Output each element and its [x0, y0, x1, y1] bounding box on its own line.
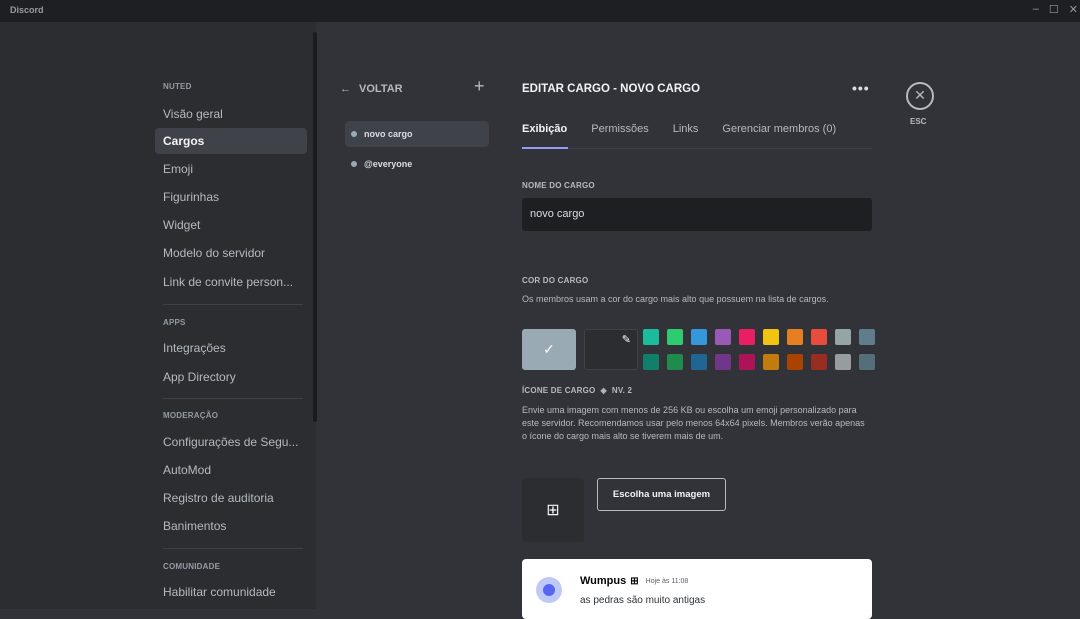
- boost-gem-icon: ◈: [600, 386, 607, 395]
- sidebar-section-server: NUTED: [163, 82, 192, 91]
- close-window-button[interactable]: ✕: [1069, 3, 1078, 16]
- role-icon-header: ÍCONE DE CARGO ◈ NV. 2: [522, 386, 632, 395]
- message-preview: [522, 559, 872, 619]
- color-swatch[interactable]: [811, 329, 827, 345]
- sidebar-scrollbar[interactable]: [313, 32, 317, 422]
- sidebar-item-stickers[interactable]: Figurinhas: [155, 184, 307, 210]
- color-swatch[interactable]: [763, 329, 779, 345]
- color-swatch[interactable]: [667, 354, 683, 370]
- color-swatch[interactable]: [787, 329, 803, 345]
- color-swatch[interactable]: [811, 354, 827, 370]
- sidebar-item-emoji[interactable]: Emoji: [155, 156, 307, 182]
- close-icon[interactable]: ✕: [906, 82, 934, 110]
- role-name-label: NOME DO CARGO: [522, 181, 595, 190]
- color-swatch[interactable]: [763, 354, 779, 370]
- color-swatch[interactable]: [643, 329, 659, 345]
- role-color-description: Os membros usam a cor do cargo mais alto…: [522, 294, 829, 304]
- role-icon-description: Envie uma imagem com menos de 256 KB ou …: [522, 405, 865, 441]
- tab-display[interactable]: Exibição: [522, 123, 567, 135]
- sidebar-divider: [163, 304, 303, 305]
- image-add-icon: ⊞: [546, 502, 560, 519]
- role-name: @everyone: [364, 159, 413, 169]
- eyedropper-icon: ✎: [621, 334, 631, 346]
- tab-links[interactable]: Links: [673, 123, 699, 135]
- role-icon-label: ÍCONE DE CARGO: [522, 386, 596, 395]
- app-title: Discord: [10, 5, 44, 15]
- plus-icon[interactable]: +: [474, 76, 485, 97]
- esc-label: ESC: [910, 117, 927, 126]
- check-icon: ✓: [543, 341, 555, 357]
- sidebar-item-audit-log[interactable]: Registro de auditoria: [155, 485, 307, 511]
- preview-username-row: Wumpus ⊞ Hoje às 11:08: [580, 575, 688, 587]
- role-icon-preview-icon: ⊞: [630, 575, 639, 587]
- color-swatch[interactable]: [715, 354, 731, 370]
- sidebar-section-community: COMUNIDADE: [163, 562, 221, 571]
- color-swatch[interactable]: [859, 329, 875, 345]
- color-swatch[interactable]: [667, 329, 683, 345]
- color-palette: [643, 329, 875, 370]
- default-color-swatch[interactable]: ✓: [522, 329, 576, 370]
- minimize-button[interactable]: –: [1033, 3, 1039, 16]
- sidebar-section-apps: APPS: [163, 318, 186, 327]
- color-swatch[interactable]: [739, 354, 755, 370]
- title-bar: Discord – ☐ ✕: [0, 0, 1080, 22]
- color-swatch[interactable]: [691, 354, 707, 370]
- sidebar-item-server-template[interactable]: Modelo do servidor: [155, 240, 307, 266]
- choose-image-button[interactable]: Escolha uma imagem: [597, 478, 726, 511]
- color-swatch[interactable]: [715, 329, 731, 345]
- role-name-input[interactable]: novo cargo: [522, 198, 872, 231]
- window-controls: – ☐ ✕: [1033, 3, 1078, 16]
- sidebar-divider: [163, 548, 303, 549]
- sidebar-item-automod[interactable]: AutoMod: [155, 457, 307, 483]
- color-swatch[interactable]: [835, 329, 851, 345]
- more-icon[interactable]: •••: [852, 80, 870, 96]
- color-swatch[interactable]: [643, 354, 659, 370]
- sidebar-item-app-directory[interactable]: App Directory: [155, 364, 307, 390]
- color-swatch[interactable]: [835, 354, 851, 370]
- color-swatch[interactable]: [739, 329, 755, 345]
- role-color-dot: [351, 161, 357, 167]
- role-color-dot: [351, 131, 357, 137]
- preview-message: as pedras são muito antigas: [580, 595, 706, 606]
- active-tab-indicator: [522, 147, 568, 149]
- role-name: novo cargo: [364, 129, 413, 139]
- tab-divider: [522, 148, 872, 149]
- sidebar-item-safety-setup[interactable]: Configurações de Segu...: [155, 429, 307, 455]
- sidebar-item-enable-community[interactable]: Habilitar comunidade: [155, 579, 307, 605]
- editor-title: EDITAR CARGO - NOVO CARGO: [522, 83, 701, 95]
- preview-username: Wumpus: [580, 575, 627, 587]
- sidebar-item-widget[interactable]: Widget: [155, 212, 307, 238]
- back-label: VOLTAR: [359, 83, 403, 95]
- tab-permissions[interactable]: Permissões: [591, 123, 648, 135]
- preview-timestamp: Hoje às 11:08: [645, 577, 689, 585]
- custom-color-swatch[interactable]: ✎: [584, 329, 638, 370]
- editor-tabs: Exibição Permissões Links Gerenciar memb…: [522, 123, 836, 135]
- avatar: [536, 577, 562, 603]
- sidebar-section-moderation: MODERAÇÃO: [163, 411, 219, 420]
- arrow-left-icon: ←: [340, 83, 351, 95]
- back-button[interactable]: ← VOLTAR: [340, 83, 403, 95]
- color-swatch[interactable]: [787, 354, 803, 370]
- role-item[interactable]: @everyone: [345, 151, 489, 177]
- boost-level-badge: NV. 2: [611, 386, 633, 395]
- role-color-label: COR DO CARGO: [522, 276, 589, 285]
- sidebar-item-vanity-url[interactable]: Link de convite person...: [155, 269, 307, 295]
- color-swatch[interactable]: [691, 329, 707, 345]
- color-swatch[interactable]: [859, 354, 875, 370]
- tab-manage-members[interactable]: Gerenciar membros (0): [722, 123, 836, 135]
- role-item[interactable]: novo cargo: [345, 121, 489, 147]
- sidebar-item-integrations[interactable]: Integrações: [155, 335, 307, 361]
- sidebar-divider: [163, 398, 303, 399]
- sidebar-item-roles[interactable]: Cargos: [155, 128, 307, 154]
- sidebar-item-overview[interactable]: Visão geral: [155, 101, 307, 127]
- sidebar-item-bans[interactable]: Banimentos: [155, 513, 307, 539]
- role-icon-upload[interactable]: ⊞: [522, 478, 584, 542]
- maximize-button[interactable]: ☐: [1049, 3, 1059, 16]
